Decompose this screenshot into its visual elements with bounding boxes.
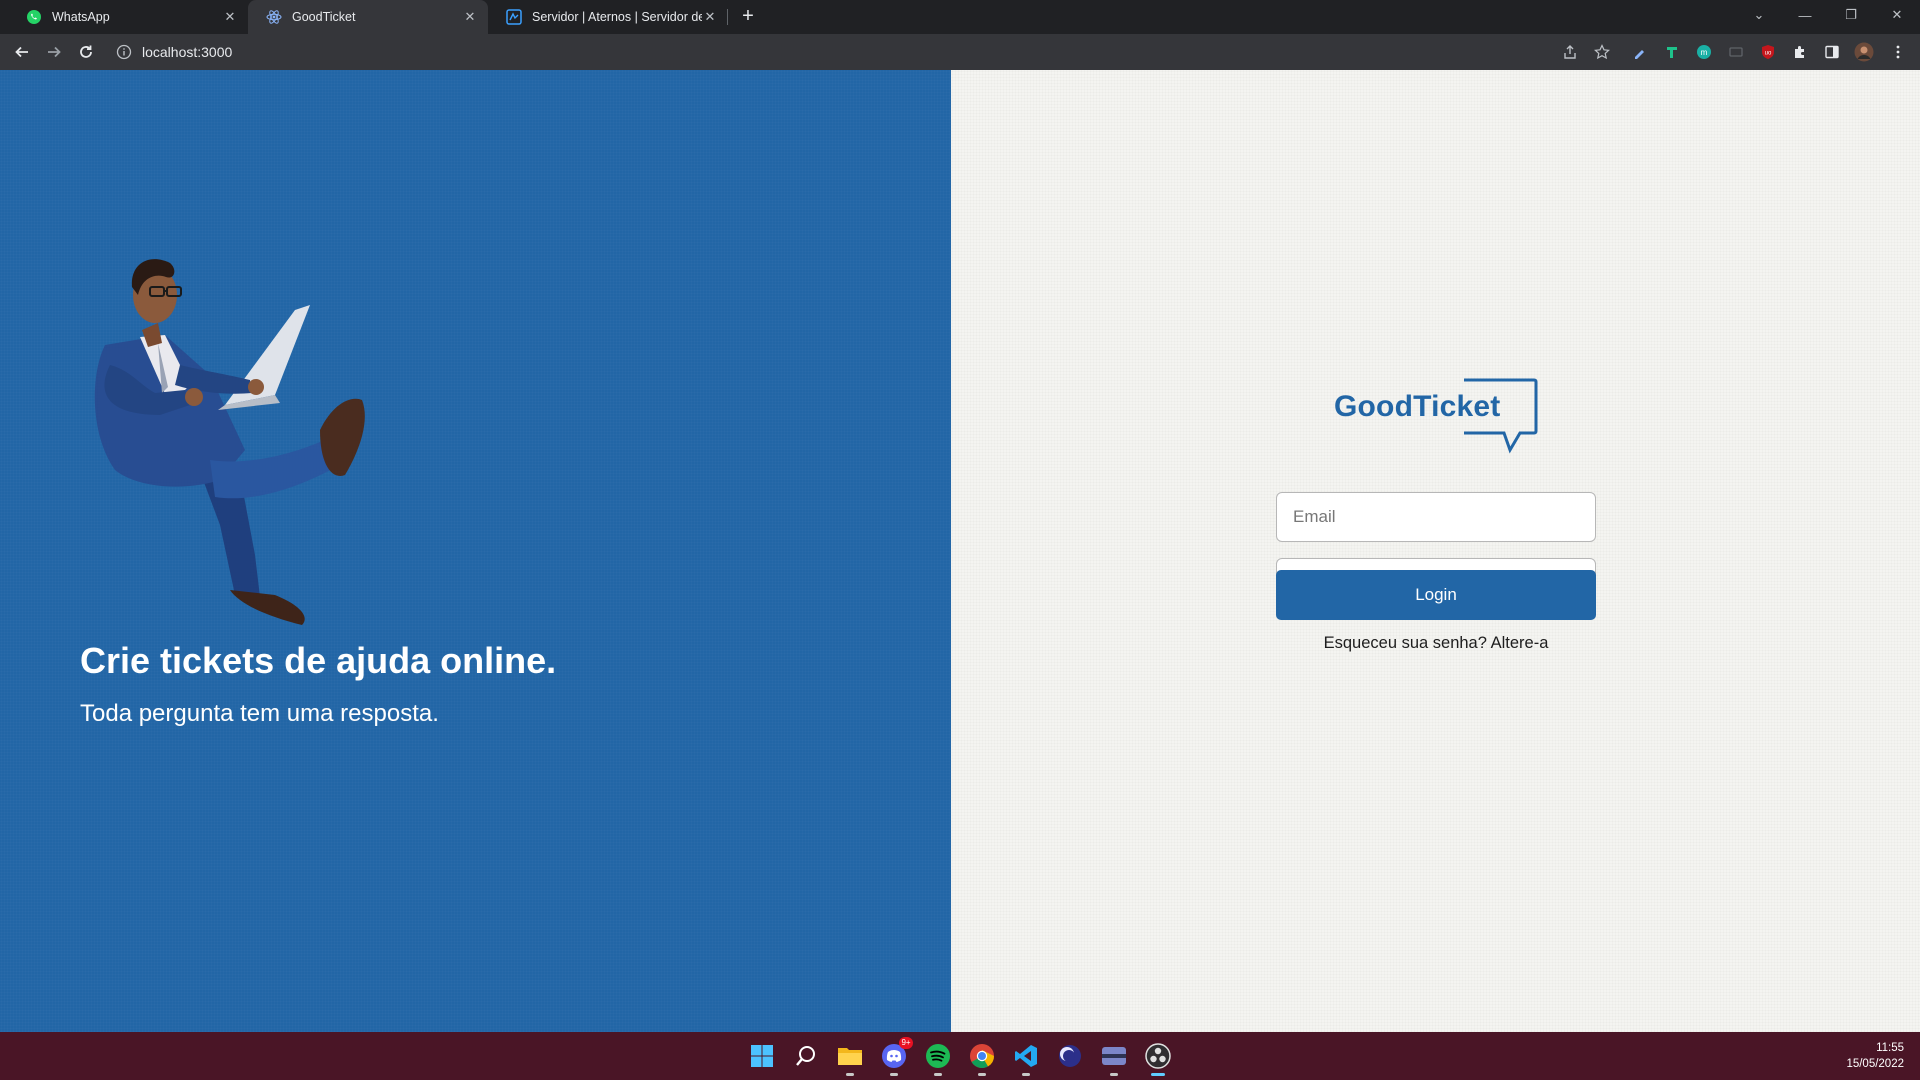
new-tab-button[interactable]: + [736, 5, 760, 29]
tab-title: WhatsApp [52, 10, 110, 24]
discord-icon[interactable]: 9+ [878, 1037, 913, 1076]
tab-whatsapp[interactable]: WhatsApp ✕ [8, 0, 248, 34]
reset-password-link[interactable]: Altere-a [1491, 634, 1549, 652]
running-indicator [934, 1073, 942, 1076]
reload-icon[interactable] [74, 40, 98, 64]
clock-date: 15/05/2022 [1846, 1058, 1904, 1070]
vscode-icon[interactable] [1010, 1040, 1042, 1076]
tab-separator [727, 9, 728, 25]
svg-text:uo: uo [1765, 51, 1772, 57]
tab-aternos[interactable]: Servidor | Aternos | Servidor de M ✕ [488, 0, 728, 34]
react-icon [266, 9, 282, 25]
running-indicator [890, 1073, 898, 1076]
whatsapp-icon [26, 9, 42, 25]
system-clock[interactable]: 11:55 15/05/2022 [1846, 1040, 1904, 1072]
running-indicator [1151, 1073, 1165, 1076]
chrome-icon[interactable] [966, 1040, 998, 1076]
spotify-icon[interactable] [922, 1040, 954, 1076]
bookmark-star-icon[interactable] [1592, 42, 1612, 62]
forgot-password: Esqueceu sua senha? Altere-a [1276, 634, 1596, 653]
windows-start-icon[interactable] [746, 1040, 778, 1072]
windows-taskbar: 9+ 11:55 15/05/2022 [0, 1032, 1920, 1080]
hero-subtitle: Toda pergunta tem uma resposta. [80, 700, 439, 727]
running-indicator [1110, 1073, 1118, 1076]
profile-avatar[interactable] [1854, 42, 1874, 62]
minimize-icon[interactable]: — [1782, 0, 1828, 30]
window-close-icon[interactable]: ✕ [1874, 0, 1920, 30]
close-icon[interactable]: ✕ [222, 9, 238, 25]
search-icon[interactable] [790, 1040, 822, 1072]
eclipse-app-icon[interactable] [1054, 1040, 1086, 1072]
tab-title: Servidor | Aternos | Servidor de M [532, 10, 702, 24]
aternos-icon [506, 9, 522, 25]
obs-studio-icon[interactable] [1142, 1040, 1174, 1076]
close-icon[interactable]: ✕ [702, 9, 718, 25]
restore-icon[interactable]: ❐ [1828, 0, 1874, 30]
menu-kebab-icon[interactable] [1888, 42, 1908, 62]
terminal-app-icon[interactable] [1098, 1040, 1130, 1076]
browser-toolbar: localhost:3000 m uo [0, 34, 1920, 70]
eyedropper-extension-icon[interactable] [1630, 42, 1650, 62]
svg-text:m: m [1701, 48, 1708, 57]
running-indicator [846, 1073, 854, 1076]
clock-time: 11:55 [1876, 1042, 1904, 1054]
side-panel-icon[interactable] [1822, 42, 1842, 62]
forgot-password-text: Esqueceu sua senha? [1323, 634, 1487, 652]
extension-green-icon[interactable] [1662, 42, 1682, 62]
ublock-icon[interactable]: uo [1758, 42, 1778, 62]
running-indicator [978, 1073, 986, 1076]
share-icon[interactable] [1560, 42, 1580, 62]
tab-title: GoodTicket [292, 10, 356, 24]
browser-tab-strip: WhatsApp ✕ GoodTicket ✕ Servidor | Atern… [0, 0, 1920, 34]
goodticket-logo: GoodTicket [1334, 378, 1538, 454]
running-indicator [1022, 1073, 1030, 1076]
hero-title: Crie tickets de ajuda online. [80, 640, 557, 681]
address-text: localhost:3000 [142, 44, 233, 60]
logo-text: GoodTicket [1334, 390, 1501, 423]
back-icon[interactable] [10, 40, 34, 64]
tab-goodticket[interactable]: GoodTicket ✕ [248, 0, 488, 34]
notification-badge: 9+ [899, 1037, 913, 1049]
extensions-puzzle-icon[interactable] [1790, 42, 1810, 62]
info-icon[interactable] [116, 44, 132, 60]
login-panel [951, 70, 1920, 1032]
login-button[interactable]: Login [1276, 570, 1596, 620]
extension-screen-icon[interactable] [1726, 42, 1746, 62]
email-field[interactable] [1276, 492, 1596, 542]
close-icon[interactable]: ✕ [462, 9, 478, 25]
businessman-illustration [94, 259, 365, 625]
tab-search-icon[interactable]: ⌄ [1736, 0, 1782, 30]
extension-m-icon[interactable]: m [1694, 42, 1714, 62]
forward-icon[interactable] [42, 40, 66, 64]
address-bar[interactable]: localhost:3000 [110, 38, 1600, 66]
file-explorer-icon[interactable] [834, 1040, 866, 1076]
